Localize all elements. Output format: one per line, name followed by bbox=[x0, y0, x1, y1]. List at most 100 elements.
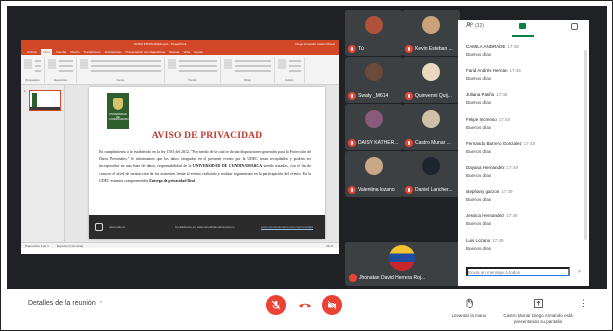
ribbon-button[interactable] bbox=[278, 59, 286, 69]
footer-icon bbox=[95, 223, 103, 231]
chat-message-header: Luis Lozano 17:49 bbox=[466, 238, 582, 243]
ribbon-control[interactable] bbox=[35, 60, 41, 62]
chat-message: CAMILA ANDRADE 17:48 Buenos días bbox=[466, 44, 582, 68]
ribbon-button[interactable] bbox=[48, 59, 56, 69]
participant-name: Swaty _M614 bbox=[358, 93, 389, 99]
mic-off-icon bbox=[348, 186, 356, 194]
participant-tile[interactable]: Valentina lozano bbox=[345, 151, 403, 197]
ribbon-button[interactable] bbox=[224, 59, 232, 69]
chat-panel: (32) CAMILA ANDRADE 17:48 Buenos días Farid… bbox=[458, 20, 589, 286]
participant-tile[interactable]: DAISY KATHER... bbox=[345, 104, 403, 150]
ribbon-group-label: Párrafo bbox=[188, 79, 197, 82]
mic-off-icon bbox=[405, 92, 413, 100]
ribbon-button[interactable] bbox=[24, 59, 32, 69]
leave-call-button[interactable] bbox=[297, 298, 313, 312]
panel-tabs: (32) bbox=[458, 20, 589, 38]
participant-tile[interactable]: Daniel Lancher... bbox=[402, 151, 460, 197]
ribbon-group-label: Dibujo bbox=[243, 79, 252, 82]
activities-icon[interactable] bbox=[571, 23, 578, 30]
chat-time: 17:49 bbox=[506, 164, 519, 170]
participant-tile[interactable]: Castro Munar ... bbox=[402, 104, 460, 150]
raise-hand-button[interactable]: Levantar la mano bbox=[448, 295, 490, 318]
chat-text: Buenos días bbox=[466, 197, 492, 203]
presenting-label: Castro Munar Diego Armando está presenta… bbox=[503, 313, 573, 324]
mic-off-icon bbox=[405, 139, 413, 147]
meet-window: AVISO PRIVACIDAD.pptx - PowerPoint Diego… bbox=[7, 6, 607, 324]
slide-title: AVISO DE PRIVACIDAD bbox=[151, 131, 263, 141]
ribbon-control[interactable] bbox=[235, 65, 271, 67]
mic-off-icon bbox=[405, 186, 413, 194]
ribbon-control[interactable] bbox=[59, 65, 73, 67]
ribbon-control[interactable] bbox=[35, 65, 41, 67]
more-options-icon[interactable]: ⋮ bbox=[579, 298, 588, 309]
chat-message-header: Fernando Barrero Gonzalez 17:48 bbox=[466, 141, 582, 146]
participant-name: Kevin Esteban ... bbox=[415, 46, 453, 52]
ribbon-control[interactable] bbox=[91, 60, 161, 62]
chat-time: 17:49 bbox=[492, 237, 504, 243]
status-zoom[interactable]: 96 % bbox=[326, 243, 333, 248]
ribbon-group: Párrafo bbox=[165, 57, 221, 83]
chat-message-header: stephany garzon 17:49 bbox=[466, 189, 582, 194]
slide-thumbnail[interactable] bbox=[29, 90, 61, 111]
shared-screen: AVISO PRIVACIDAD.pptx - PowerPoint Diego… bbox=[21, 40, 339, 254]
status-lang: Español (Colombia) bbox=[56, 244, 84, 248]
chat-time: 17:48 bbox=[509, 68, 521, 74]
ribbon-control[interactable] bbox=[35, 70, 41, 72]
ribbon-control[interactable] bbox=[59, 60, 73, 62]
chat-text: Buenos días bbox=[466, 221, 492, 227]
slide-thumbnails: 1 bbox=[21, 85, 65, 248]
university-logo: UNIVERSIDAD DE CUNDINAMARCA bbox=[107, 93, 131, 129]
chat-message: Felipe Increnso 17:48 Buenos días bbox=[466, 117, 582, 141]
people-icon[interactable] bbox=[465, 21, 473, 30]
logo-text-2: CUNDINAMARCA bbox=[109, 118, 131, 121]
ribbon-control[interactable] bbox=[179, 65, 217, 67]
ribbon-control[interactable] bbox=[91, 70, 161, 72]
ribbon-control[interactable] bbox=[91, 65, 161, 67]
screenshot-frame: AVISO PRIVACIDAD.pptx - PowerPoint Diego… bbox=[0, 0, 613, 331]
mic-off-icon bbox=[348, 92, 356, 100]
send-icon[interactable]: ➤ bbox=[577, 268, 582, 275]
ribbon-button[interactable] bbox=[80, 59, 88, 69]
chat-sender: Fernando Barrero Gonzalez bbox=[466, 140, 522, 146]
ribbon-control[interactable] bbox=[179, 60, 217, 62]
ribbon-group: Portapapeles bbox=[21, 57, 45, 83]
participant-tile[interactable]: Tú bbox=[345, 10, 403, 56]
chat-message: Farid Andrés Hernán 17:48 Buenos días bbox=[466, 68, 582, 92]
presentation-status-button[interactable]: Castro Munar Diego Armando está presenta… bbox=[502, 295, 574, 324]
ribbon-group-label: Fuente bbox=[116, 79, 125, 82]
mic-off-icon bbox=[271, 300, 281, 310]
ppt-titlebar: AVISO PRIVACIDAD.pptx - PowerPoint Diego… bbox=[21, 40, 339, 49]
chat-text: Buenos días bbox=[466, 245, 492, 251]
mic-off-icon bbox=[348, 139, 356, 147]
footer-left: udec.edu.co bbox=[109, 225, 126, 229]
chat-time: 17:48 bbox=[507, 44, 519, 49]
participant-name: DAISY KATHER... bbox=[358, 140, 399, 146]
ribbon-group: Edición bbox=[275, 57, 305, 83]
footer-link[interactable]: www.ucundinamarca.edu.co/privacidad bbox=[261, 225, 313, 229]
chat-scrollbar[interactable] bbox=[584, 50, 587, 240]
meeting-details-button[interactable]: Detalles de la reunión ⌃ bbox=[28, 300, 103, 307]
chat-message: Juliana Patiño 17:48 Buenos días bbox=[466, 92, 582, 116]
chat-input[interactable] bbox=[466, 267, 570, 276]
chat-text: Buenos días bbox=[466, 124, 492, 130]
participant-tile[interactable]: Kevin Esteban ... bbox=[402, 10, 460, 56]
participant-tile[interactable]: Quinvenni Quij... bbox=[402, 57, 460, 103]
ribbon-control[interactable] bbox=[235, 60, 271, 62]
participant-tile[interactable]: Swaty _M614 bbox=[345, 57, 403, 103]
camera-toggle-button[interactable] bbox=[322, 295, 342, 315]
ribbon-button[interactable] bbox=[168, 59, 176, 69]
ribbon-control[interactable] bbox=[289, 65, 301, 67]
ribbon-control[interactable] bbox=[59, 70, 73, 72]
ribbon-control[interactable] bbox=[289, 60, 301, 62]
chat-message: stephany garzon 17:49 Buenos días bbox=[466, 189, 582, 213]
ribbon-control[interactable] bbox=[289, 70, 301, 72]
chat-message: Dayana Hernandez 17:49 Buenos días bbox=[466, 165, 582, 189]
ribbon-control[interactable] bbox=[179, 70, 217, 72]
chat-icon[interactable] bbox=[519, 23, 526, 29]
chat-sender: Farid Andrés Hernán bbox=[466, 68, 508, 74]
ribbon-control[interactable] bbox=[235, 70, 271, 72]
mic-toggle-button[interactable] bbox=[266, 295, 286, 315]
chat-text: Buenos días bbox=[466, 100, 492, 106]
participant-tile-large[interactable]: Jhonatan David Herrera Roj... bbox=[345, 242, 462, 286]
ppt-ribbon: Portapapeles Diapositivas Fuente Párrafo Dib… bbox=[21, 55, 339, 85]
